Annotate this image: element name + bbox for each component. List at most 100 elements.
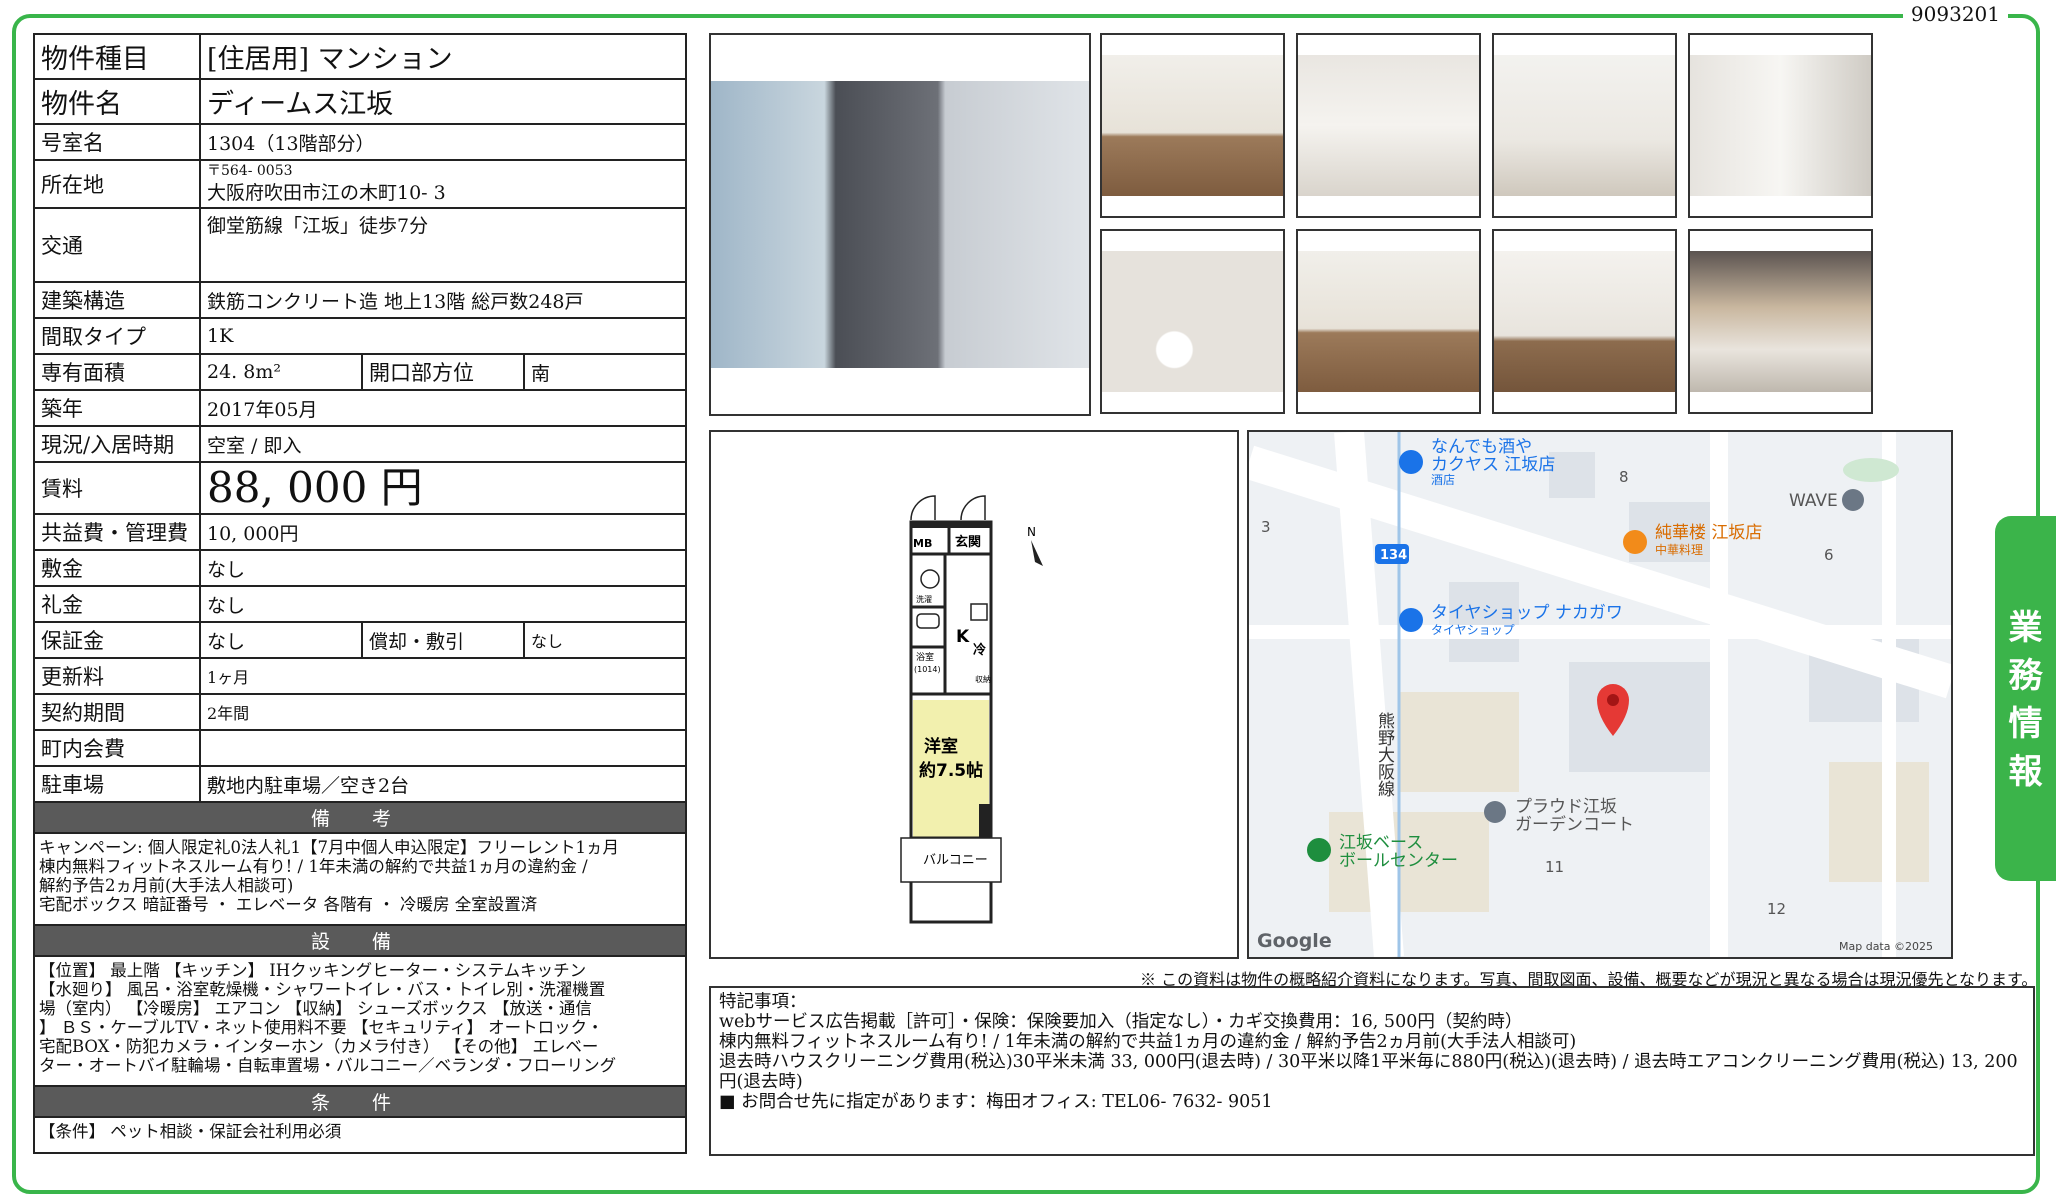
key-money-label: 礼金	[33, 585, 201, 623]
special-notes-title: 特記事項：	[719, 992, 807, 1012]
map-road-name: 熊野大阪線	[1374, 712, 1395, 797]
structure-value: 鉄筋コンクリート造 地上13階 総戸数248戸	[199, 281, 687, 319]
plan-kitchen: K	[956, 627, 970, 647]
bowling-pin-icon	[1307, 838, 1331, 862]
fee-value: 10, 000円	[199, 513, 687, 551]
area-value: 24. 8m²	[199, 353, 363, 391]
rent-value: 88, 000 円	[199, 461, 687, 515]
plan-mb: MB	[913, 537, 932, 550]
map-block-12: 12	[1767, 900, 1786, 918]
term-value: 2年間	[199, 693, 687, 731]
special-notes-line: 棟内無料フィットネスルーム有り! / 1年未満の解約で共益1ヵ月の違約金 / 解…	[719, 1032, 1577, 1052]
conditions-header: 条 件	[33, 1085, 687, 1118]
type-value: [住居用] マンション	[199, 33, 687, 80]
side-tab-char: 業	[2008, 608, 2043, 648]
closet-photo[interactable]	[1492, 229, 1677, 414]
map-tire-b: タイヤショップ	[1431, 623, 1515, 637]
direction-value: 南	[523, 353, 687, 391]
town-fee-value	[199, 729, 687, 767]
map-route: 134	[1380, 548, 1407, 563]
key-money-value: なし	[199, 585, 687, 623]
plan-western-size: 約7.5帖	[919, 760, 983, 781]
deposit-value: なし	[199, 549, 687, 587]
parking-value: 敷地内駐車場／空き2台	[199, 765, 687, 803]
built-label: 築年	[33, 389, 201, 427]
facilities-line: 宅配BOX・防犯カメラ・インターホン（カメラ付き） 【その他】 エレベー	[39, 1037, 599, 1056]
address-value: 大阪府吹田市江の木町10- 3	[207, 181, 446, 204]
amortization-label: 償却・敷引	[361, 621, 525, 659]
room-photo-2-image	[1298, 251, 1479, 392]
access-label: 交通	[33, 207, 201, 283]
facilities-line: 場（室内） 【冷暖房】 エアコン 【収納】 シューズボックス 【放送・通信	[39, 999, 592, 1018]
map-proud-a: プラウド江坂	[1515, 797, 1617, 817]
north-arrow-icon	[1031, 540, 1043, 566]
map-block-3: 3	[1261, 518, 1271, 536]
side-tab-char: 務	[2008, 656, 2043, 696]
bathroom-photo-image	[1494, 55, 1675, 196]
room-photo-image	[1102, 55, 1283, 196]
building-exterior-photo-image	[711, 81, 1089, 368]
conditions-body: 【条件】 ペット相談・保証会社利用必須	[33, 1116, 687, 1154]
area-label: 専有面積	[33, 353, 201, 391]
remarks-line: 宅配ボックス 暗証番号 ・ エレベータ 各階有 ・ 冷暖房 全室設置済	[39, 895, 538, 914]
floor-plan-drawing: MB 玄関 K 冷 洗濯 浴室 (1014) 収納 洋室 約7.5帖 バルコニー…	[900, 495, 1043, 924]
lobby-photo-image	[1690, 251, 1871, 392]
layout-value: 1K	[199, 317, 687, 355]
floor-plan: MB 玄関 K 冷 洗濯 浴室 (1014) 収納 洋室 約7.5帖 バルコニー…	[709, 430, 1239, 959]
room-photo[interactable]	[1100, 33, 1285, 218]
map-wave: WAVE	[1789, 491, 1838, 511]
bathroom-photo[interactable]	[1492, 33, 1677, 218]
amortization-value: なし	[523, 621, 687, 659]
kitchen-photo[interactable]	[1296, 33, 1481, 218]
plan-storage: 収納	[975, 674, 991, 684]
plan-western: 洋室	[924, 736, 958, 757]
guarantee-value: なし	[199, 621, 363, 659]
map-bowl-a: 江坂ベース	[1339, 833, 1423, 853]
closet-photo-image	[1494, 251, 1675, 392]
washroom-photo[interactable]	[1688, 33, 1873, 218]
map-park	[1843, 458, 1899, 482]
remarks-header: 備 考	[33, 801, 687, 834]
facilities-header: 設 備	[33, 924, 687, 957]
restaurant-pin-icon	[1623, 530, 1647, 554]
facilities-line: 】 ＢＳ・ケーブルTV・ネット使用料不要 【セキュリティ】 オートロック・	[39, 1018, 604, 1037]
door-swings	[910, 495, 986, 521]
zip-code: 〒564- 0053	[207, 162, 293, 179]
rent-label: 賃料	[33, 461, 201, 515]
toilet-photo[interactable]	[1100, 229, 1285, 414]
wave-pin-icon	[1842, 489, 1864, 511]
plan-column	[979, 804, 991, 838]
map-shop2-b: 中華料理	[1655, 542, 1703, 557]
remarks-line: 棟内無料フィットネスルーム有り! / 1年未満の解約で共益1ヵ月の違約金 /	[39, 857, 588, 876]
map-block-8: 8	[1619, 468, 1629, 486]
status-value: 空室 / 即入	[199, 425, 687, 463]
side-tab-char: 報	[2008, 752, 2043, 792]
map-shop1-a: なんでも酒や	[1431, 437, 1532, 457]
parking-label: 駐車場	[33, 765, 201, 803]
built-value: 2017年05月	[199, 389, 687, 427]
address-cell: 〒564- 0053 大阪府吹田市江の木町10- 3	[199, 159, 687, 209]
proud-pin-icon	[1484, 801, 1506, 823]
plan-balcony: バルコニー	[923, 853, 988, 868]
location-map[interactable]: 134 なんでも酒や カクヤス 江坂店 酒店 純華楼 江坂店 中華料理 WAVE…	[1247, 430, 1953, 959]
shop-pin-icon	[1399, 450, 1423, 474]
business-info-tab[interactable]: 業 務 情 報	[1995, 516, 2056, 881]
property-name: ディームス江坂	[199, 78, 687, 125]
lobby-photo[interactable]	[1688, 229, 1873, 414]
facilities-line: 【位置】 最上階 【キッチン】 IHクッキングヒーター・システムキッチン	[39, 961, 587, 980]
map-proud-b: ガーデンコート	[1515, 814, 1634, 835]
map-attribution: Map data ©2025	[1839, 940, 1933, 953]
term-label: 契約期間	[33, 693, 201, 731]
building-exterior-photo[interactable]	[709, 33, 1091, 416]
room-photo-2[interactable]	[1296, 229, 1481, 414]
tire-shop-pin-icon	[1399, 608, 1423, 632]
facilities-body: 【位置】 最上階 【キッチン】 IHクッキングヒーター・システムキッチン 【水廻…	[33, 955, 687, 1087]
plan-entrance: 玄関	[955, 534, 981, 550]
remarks-line: キャンペーン: 個人限定礼0法人礼1【7月中個人申込限定】フリーレント1ヵ月	[39, 838, 619, 857]
remarks-body: キャンペーン: 個人限定礼0法人礼1【7月中個人申込限定】フリーレント1ヵ月 棟…	[33, 832, 687, 926]
special-notes-line: webサービス広告掲載［許可］・保険：保険要加入（指定なし）・カギ交換費用：16…	[719, 1012, 1523, 1032]
plan-bath-size: (1014)	[914, 665, 941, 674]
special-notes-line: 退去時ハウスクリーニング費用(税込)30平米未満 33, 000円(退去時) /…	[719, 1052, 2018, 1092]
plan-north: N	[1027, 525, 1036, 539]
room-value: 1304（13階部分）	[199, 123, 687, 161]
